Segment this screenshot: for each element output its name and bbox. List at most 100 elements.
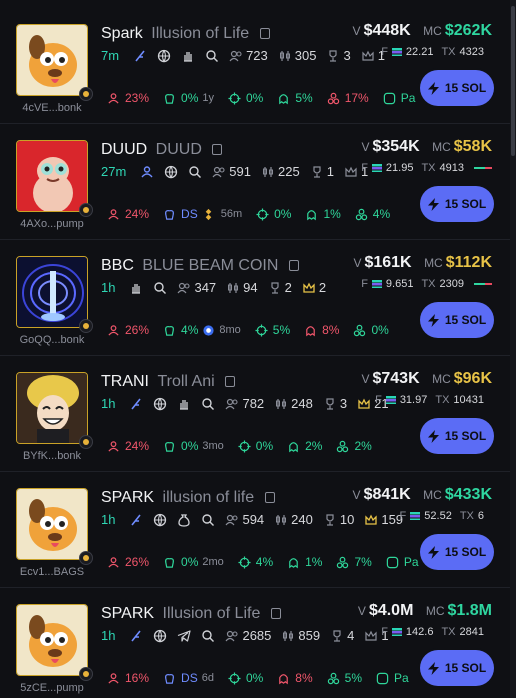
market-cap: $112K bbox=[445, 254, 492, 271]
token-avatar[interactable] bbox=[16, 488, 88, 560]
launchpad-badge-icon bbox=[79, 667, 93, 681]
volume-mc: V $448K MC $262K bbox=[352, 22, 492, 39]
token-row[interactable]: GoQQ...bonk BBC BLUE BEAM COIN 1h 347 94… bbox=[0, 240, 510, 356]
quick-buy-button[interactable]: 15 SOL bbox=[420, 186, 494, 222]
token-avatar[interactable] bbox=[16, 372, 88, 444]
lightning-icon bbox=[427, 197, 439, 211]
token-metrics: 26% 4% 8mo 5% 8% 0% bbox=[107, 323, 403, 337]
chef-icon bbox=[165, 93, 174, 104]
scrollbar-thumb[interactable] bbox=[511, 6, 515, 156]
search-icon[interactable] bbox=[205, 49, 219, 63]
token-title: SPARK Illusion of Life bbox=[101, 605, 281, 623]
top10-holders: 24% bbox=[107, 207, 149, 221]
search-icon[interactable] bbox=[201, 513, 215, 527]
solana-icon bbox=[410, 512, 421, 520]
copy-icon[interactable] bbox=[264, 492, 275, 503]
solana-icon bbox=[391, 48, 402, 56]
token-name: BLUE BEAM COIN bbox=[142, 257, 279, 274]
token-metrics: 26% 0% 2mo 4% 1% 7% Pa bbox=[107, 555, 433, 569]
token-age: 27m bbox=[101, 164, 127, 179]
user-icon bbox=[108, 556, 119, 568]
insiders: 1% bbox=[287, 555, 322, 569]
chef-icon bbox=[165, 209, 174, 220]
feather-icon[interactable] bbox=[129, 629, 143, 643]
token-avatar[interactable] bbox=[16, 140, 88, 212]
paid-icon bbox=[376, 672, 389, 684]
quick-buy-button[interactable]: 15 SOL bbox=[420, 302, 494, 338]
token-address[interactable]: 5zCE...pump bbox=[0, 682, 104, 694]
trophy-stat: 10 bbox=[323, 512, 354, 527]
token-avatar[interactable] bbox=[16, 24, 88, 96]
paid-badge: Pa bbox=[386, 555, 419, 569]
copy-icon[interactable] bbox=[212, 144, 223, 155]
copy-icon[interactable] bbox=[288, 260, 299, 271]
money-bag-icon[interactable] bbox=[177, 513, 191, 527]
search-icon[interactable] bbox=[153, 281, 167, 295]
token-name: illusion of life bbox=[162, 489, 255, 506]
volume-value: $354K bbox=[372, 138, 420, 155]
txns-stat: 248 bbox=[274, 396, 313, 411]
token-age: 1h bbox=[101, 280, 116, 295]
txns-stat: 859 bbox=[281, 628, 320, 643]
token-meta: 7m 723 305 3 1 bbox=[101, 48, 395, 63]
globe-icon[interactable] bbox=[153, 629, 167, 643]
search-icon[interactable] bbox=[201, 397, 215, 411]
feather-icon[interactable] bbox=[129, 397, 143, 411]
ghost-icon bbox=[289, 557, 298, 568]
telegram-icon[interactable] bbox=[177, 629, 192, 643]
quick-buy-button[interactable]: 15 SOL bbox=[420, 70, 494, 106]
token-address[interactable]: 4cVE...bonk bbox=[0, 102, 104, 114]
token-name: Illusion of Life bbox=[151, 25, 250, 42]
fees-tx: F 9.651 TX 2309 bbox=[361, 278, 492, 290]
token-row[interactable]: 5zCE...pump SPARK Illusion of Life 1h 26… bbox=[0, 588, 510, 698]
search-icon[interactable] bbox=[201, 629, 215, 643]
globe-icon[interactable] bbox=[153, 513, 167, 527]
crown-icon bbox=[362, 50, 374, 61]
token-address[interactable]: Ecv1...BAGS bbox=[0, 566, 104, 578]
copy-icon[interactable] bbox=[259, 28, 270, 39]
token-address[interactable]: 4AXo...pump bbox=[0, 218, 104, 230]
volume-mc: V $4.0M MC $1.8M bbox=[357, 602, 492, 619]
token-address[interactable]: GoQQ...bonk bbox=[0, 334, 104, 346]
token-name: Illusion of Life bbox=[162, 605, 261, 622]
globe-icon[interactable] bbox=[164, 165, 178, 179]
crosshair-icon bbox=[238, 555, 251, 569]
feather-icon[interactable] bbox=[129, 513, 143, 527]
token-row[interactable]: 4AXo...pump DUUD DUUD 27m 591 225 1 1 V $… bbox=[0, 124, 510, 240]
token-address[interactable]: BYfK...bonk bbox=[0, 450, 104, 462]
launchpad-badge-icon bbox=[79, 551, 93, 565]
token-symbol: BBC bbox=[101, 257, 134, 274]
copy-icon[interactable] bbox=[270, 608, 281, 619]
feather-icon[interactable] bbox=[133, 49, 147, 63]
snipers: 0% bbox=[228, 671, 263, 685]
crosshair-icon bbox=[238, 439, 251, 453]
quick-buy-button[interactable]: 15 SOL bbox=[420, 534, 494, 570]
users-icon bbox=[229, 50, 242, 61]
hand-icon[interactable] bbox=[129, 281, 143, 295]
token-row[interactable]: 4cVE...bonk Spark Illusion of Life 7m 72… bbox=[0, 8, 510, 124]
lightning-icon bbox=[427, 661, 439, 675]
globe-icon[interactable] bbox=[157, 49, 171, 63]
hand-icon[interactable] bbox=[177, 397, 191, 411]
search-icon[interactable] bbox=[188, 165, 202, 179]
launchpad-badge-icon bbox=[79, 319, 93, 333]
crosshair-icon bbox=[228, 91, 241, 105]
fees-tx: F 52.52 TX 6 bbox=[399, 510, 484, 522]
paid-badge: Pa bbox=[376, 671, 409, 685]
token-row[interactable]: Ecv1...BAGS SPARK illusion of life 1h 59… bbox=[0, 472, 510, 588]
user-icon bbox=[108, 324, 119, 336]
solana-icon bbox=[371, 164, 382, 172]
hand-icon[interactable] bbox=[181, 49, 195, 63]
quick-buy-button[interactable]: 15 SOL bbox=[420, 650, 494, 686]
quick-buy-button[interactable]: 15 SOL bbox=[420, 418, 494, 454]
scrollbar[interactable] bbox=[510, 0, 516, 698]
copy-icon[interactable] bbox=[225, 376, 236, 387]
token-row[interactable]: BYfK...bonk TRANI Troll Ani 1h 782 248 3… bbox=[0, 356, 510, 472]
token-avatar[interactable] bbox=[16, 256, 88, 328]
globe-icon[interactable] bbox=[153, 397, 167, 411]
person-icon[interactable] bbox=[140, 165, 154, 179]
snipers: 5% bbox=[255, 323, 290, 337]
token-avatar[interactable] bbox=[16, 604, 88, 676]
top10-holders: 24% bbox=[107, 439, 149, 453]
bundle-icon bbox=[337, 556, 349, 568]
